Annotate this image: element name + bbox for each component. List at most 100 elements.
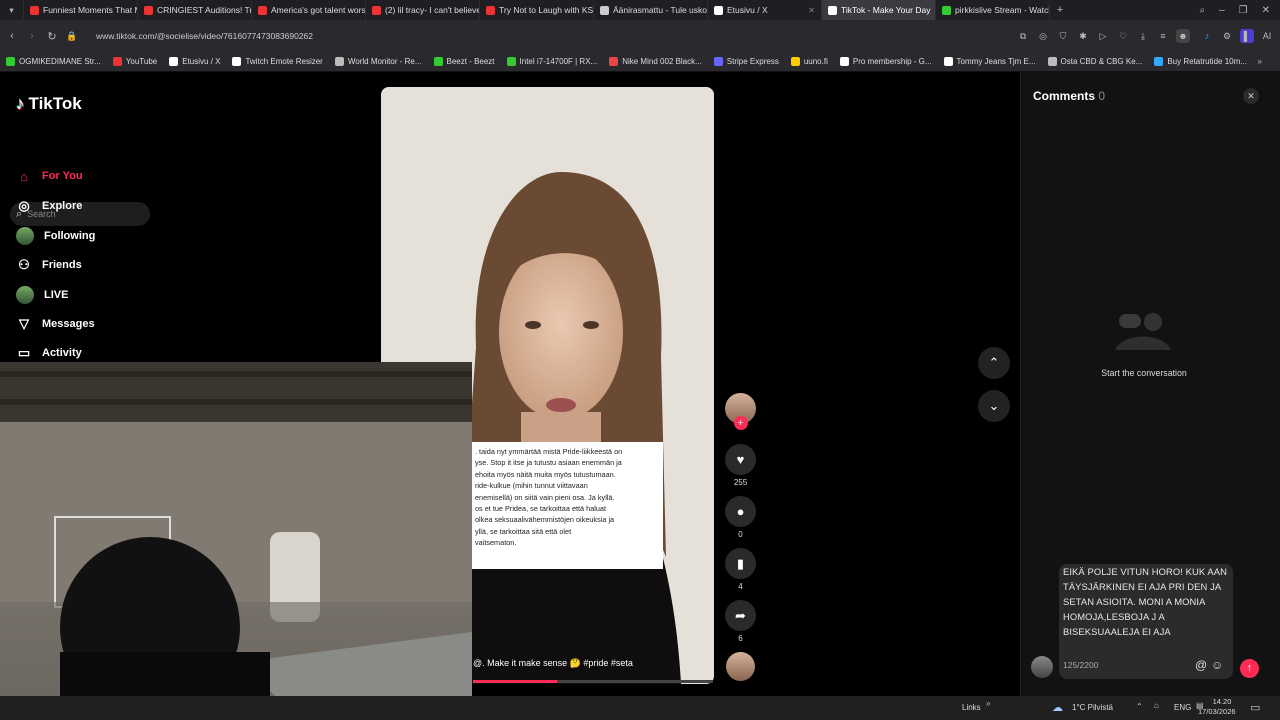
clock-date[interactable]: 17/03/2026 bbox=[1198, 707, 1236, 716]
follow-plus-icon[interactable]: + bbox=[733, 416, 748, 430]
clock-time[interactable]: 14.20 bbox=[1208, 697, 1236, 706]
camera-icon[interactable]: ◎ bbox=[1036, 29, 1050, 43]
comment-action[interactable]: ● 0 bbox=[725, 496, 756, 539]
bookmark-icon[interactable]: ▮ bbox=[725, 548, 756, 579]
browser-tab[interactable]: Try Not to Laugh with KSI✕ bbox=[480, 0, 594, 20]
download-icon[interactable]: ⤓ bbox=[1136, 29, 1150, 43]
lock-icon[interactable]: 🔒 bbox=[62, 31, 82, 42]
mention-icon[interactable]: @ bbox=[1195, 658, 1207, 672]
profile-icon[interactable]: ☻ bbox=[1176, 29, 1190, 43]
network-icon[interactable]: ⌂ bbox=[1154, 701, 1159, 710]
minimize-button[interactable]: – bbox=[1219, 5, 1225, 16]
weather-text[interactable]: 1°C Pilvistä bbox=[1072, 703, 1113, 712]
bookmark-item[interactable]: uuno.fi bbox=[785, 57, 834, 66]
menu-icon[interactable]: ≡ bbox=[1156, 29, 1170, 43]
url-field[interactable]: www.tiktok.com/@socielise/video/76160774… bbox=[96, 31, 313, 41]
browser-tab[interactable]: CRINGIEST Auditions! Try✕ bbox=[138, 0, 252, 20]
bookmark-item[interactable]: Pro membership - G... bbox=[834, 57, 938, 66]
close-window-button[interactable]: ✕ bbox=[1262, 5, 1270, 16]
back-icon[interactable]: ‹ bbox=[2, 30, 22, 42]
activity-icon: ▭ bbox=[17, 345, 31, 360]
comment-bubble-icon[interactable]: ● bbox=[725, 496, 756, 527]
links-toolbar[interactable]: Links bbox=[962, 703, 981, 712]
reload-icon[interactable]: ↻ bbox=[42, 30, 62, 43]
nav-item-explore[interactable]: ◎ Explore bbox=[16, 198, 82, 214]
browser-tab[interactable]: America's got talent worst✕ bbox=[252, 0, 366, 20]
browser-tab[interactable]: (2) lil tracy- I can't believe✕ bbox=[366, 0, 480, 20]
bookmark-favicon bbox=[713, 57, 723, 66]
nav-item-for-you[interactable]: ⌂ For You bbox=[16, 168, 83, 184]
creator-avatar-button[interactable]: + bbox=[725, 393, 756, 430]
bookmark-item[interactable]: Nike Mind 002 Black... bbox=[603, 57, 708, 66]
nav-item-activity[interactable]: ▭ Activity bbox=[16, 345, 82, 361]
share-arrow-icon[interactable]: ➦ bbox=[725, 600, 756, 631]
bookmark-item[interactable]: YouTube bbox=[107, 57, 163, 66]
forward-icon[interactable]: › bbox=[22, 30, 42, 42]
emoji-icon[interactable]: ☺ bbox=[1211, 658, 1223, 672]
sound-disc-button[interactable] bbox=[725, 652, 756, 681]
bookmark-item[interactable]: OGMIKEDIMANE Str... bbox=[0, 57, 107, 66]
browser-tab[interactable]: Funniest Moments That M✕ bbox=[24, 0, 138, 20]
pip-icon[interactable]: ⧉ bbox=[1016, 29, 1030, 43]
tab-favicon bbox=[942, 5, 951, 15]
notification-icon[interactable]: ▭ bbox=[1250, 701, 1260, 714]
maximize-button[interactable]: ❐ bbox=[1239, 5, 1248, 16]
tray-chevron-icon[interactable]: ⌃ bbox=[1136, 702, 1143, 711]
cloud-icon: ☁ bbox=[1052, 702, 1063, 714]
user-avatar[interactable] bbox=[1031, 656, 1053, 678]
bookmark-item[interactable]: Twitch Emote Resizer bbox=[226, 57, 328, 66]
browser-tab[interactable]: Äänirasmattu - Tule uskoo✕ bbox=[594, 0, 708, 20]
bookmark-item[interactable]: Buy Retatrutide 10m... bbox=[1148, 57, 1253, 66]
new-tab-button[interactable]: + bbox=[1050, 4, 1070, 16]
webcam-overlay bbox=[0, 362, 472, 720]
save-action[interactable]: ▮ 4 bbox=[725, 548, 756, 591]
bookmark-item[interactable]: Beezt - Beezt bbox=[428, 57, 501, 66]
sidebar-toggle-icon[interactable]: ▌ bbox=[1240, 29, 1254, 43]
tab-title: pirkkislive Stream - Watch bbox=[955, 5, 1050, 15]
extension-icon[interactable]: ✱ bbox=[1076, 29, 1090, 43]
bookmark-favicon bbox=[232, 57, 242, 66]
video-progress-bar[interactable] bbox=[473, 680, 713, 683]
more-bookmarks-icon[interactable]: » bbox=[1258, 57, 1280, 66]
toolbar-chevron-icon[interactable]: » bbox=[986, 699, 990, 708]
play-icon[interactable]: ▷ bbox=[1096, 29, 1110, 43]
video-caption[interactable]: @. Make it make sense 🤔 #pride #seta bbox=[473, 658, 633, 669]
tab-title: America's got talent worst bbox=[271, 5, 366, 15]
shield-icon[interactable]: ⛉ bbox=[1056, 29, 1070, 43]
previous-video-button[interactable]: ⌃ bbox=[978, 347, 1010, 379]
next-video-button[interactable]: ⌄ bbox=[978, 390, 1010, 422]
tab-actions-button[interactable]: ▾ bbox=[0, 0, 24, 20]
bookmark-item[interactable]: Etusivu / X bbox=[163, 57, 226, 66]
nav-item-friends[interactable]: ⚇ Friends bbox=[16, 257, 82, 273]
settings-icon[interactable]: ⚙ bbox=[1220, 29, 1234, 43]
language-indicator[interactable]: ENG bbox=[1174, 703, 1191, 712]
bookmark-item[interactable]: Intel i7-14700F | RX... bbox=[501, 57, 604, 66]
comment-input[interactable]: EIKÄ POLJE VITUN HORO! KUK AAN TÄYSJÄRKI… bbox=[1059, 564, 1233, 679]
bookmark-item[interactable]: World Monitor - Re... bbox=[329, 57, 428, 66]
close-comments-button[interactable]: ✕ bbox=[1243, 88, 1259, 104]
share-action[interactable]: ➦ 6 bbox=[725, 600, 756, 643]
nav-item-live[interactable]: LIVE bbox=[16, 286, 68, 304]
bookmark-item[interactable]: Tommy Jeans Tjm E... bbox=[938, 57, 1042, 66]
like-action[interactable]: ♥ 255 bbox=[725, 444, 756, 487]
windows-taskbar: Links » ☁ 1°C Pilvistä ⌃ ⌂ ENG ▤ 14.20 1… bbox=[0, 696, 1280, 720]
post-comment-button[interactable]: ↑ bbox=[1240, 659, 1259, 678]
browser-tab[interactable]: Etusivu / X ✕ bbox=[708, 0, 822, 20]
tab-close-icon[interactable]: ✕ bbox=[808, 6, 815, 15]
browser-tab[interactable]: pirkkislive Stream - Watch✕ bbox=[936, 0, 1050, 20]
nav-item-messages[interactable]: ▽ Messages bbox=[16, 316, 95, 332]
bookmark-item[interactable]: Stripe Express bbox=[708, 57, 785, 66]
search-tabs-icon[interactable]: ⌕ bbox=[1199, 5, 1205, 16]
browser-tab[interactable]: TikTok - Make Your Day✕ bbox=[822, 0, 936, 20]
heart-icon[interactable]: ♥ bbox=[725, 444, 756, 475]
tiktok-ext-icon[interactable]: ♪ bbox=[1200, 29, 1214, 43]
nav-item-following[interactable]: Following bbox=[16, 227, 95, 245]
tiktok-logo[interactable]: ♪ TikTok bbox=[16, 94, 82, 114]
compass-icon: ◎ bbox=[18, 197, 30, 213]
heart-icon[interactable]: ♡ bbox=[1116, 29, 1130, 43]
nav-item-label: For You bbox=[42, 170, 83, 182]
bookmark-item[interactable]: Osta CBD & CBG Ke... bbox=[1042, 57, 1149, 66]
comment-draft-text[interactable]: EIKÄ POLJE VITUN HORO! KUK AAN TÄYSJÄRKI… bbox=[1063, 564, 1231, 639]
ai-button[interactable]: AI bbox=[1258, 29, 1276, 43]
tab-title: Äänirasmattu - Tule uskoo bbox=[613, 5, 708, 15]
